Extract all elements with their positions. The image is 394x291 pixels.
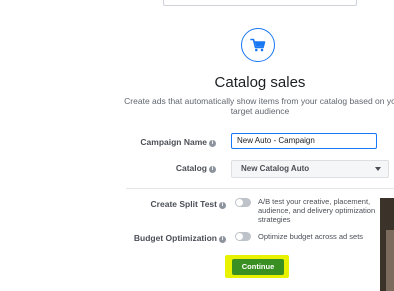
- split-test-label: Create Split Test i: [110, 199, 226, 209]
- catalog-label-text: Catalog: [175, 163, 207, 173]
- page-title: Catalog sales: [214, 74, 306, 91]
- shopping-cart-icon: [241, 28, 275, 62]
- campaign-name-label-text: Campaign Name: [140, 137, 207, 147]
- background-photo-edge: [386, 230, 394, 291]
- toggle-knob: [236, 233, 243, 240]
- previous-panel-edge: [163, 0, 357, 6]
- budget-optimization-label: Budget Optimization i: [110, 233, 226, 243]
- info-icon[interactable]: i: [209, 166, 216, 173]
- info-icon[interactable]: i: [219, 236, 226, 243]
- campaign-name-label: Campaign Name i: [120, 137, 216, 147]
- section-divider: [126, 188, 394, 189]
- split-test-label-text: Create Split Test: [150, 199, 217, 209]
- split-test-line: audience, and delivery optimization: [258, 206, 376, 215]
- continue-button[interactable]: Continue: [232, 259, 284, 275]
- split-test-description: A/B test your creative, placement, audie…: [258, 197, 382, 224]
- info-icon[interactable]: i: [219, 202, 226, 209]
- catalog-selected-value: New Catalog Auto: [241, 164, 310, 173]
- split-test-line: strategies: [258, 215, 291, 224]
- budget-optimization-label-text: Budget Optimization: [133, 233, 217, 243]
- split-test-toggle[interactable]: [235, 198, 251, 207]
- subtitle-line: Create ads that automatically show items…: [124, 96, 394, 106]
- budget-optimization-description: Optimize budget across ad sets: [258, 232, 364, 241]
- chevron-down-icon: [375, 167, 381, 171]
- catalog-label: Catalog i: [120, 163, 216, 173]
- toggle-knob: [236, 199, 243, 206]
- split-test-line: A/B test your creative, placement,: [258, 197, 371, 206]
- catalog-select[interactable]: New Catalog Auto: [231, 160, 389, 178]
- page-subtitle: Create ads that automatically show items…: [0, 96, 394, 116]
- budget-optimization-toggle[interactable]: [235, 232, 251, 241]
- subtitle-line: target audience: [230, 106, 290, 116]
- campaign-name-input[interactable]: New Auto - Campaign: [231, 133, 377, 149]
- info-icon[interactable]: i: [209, 140, 216, 147]
